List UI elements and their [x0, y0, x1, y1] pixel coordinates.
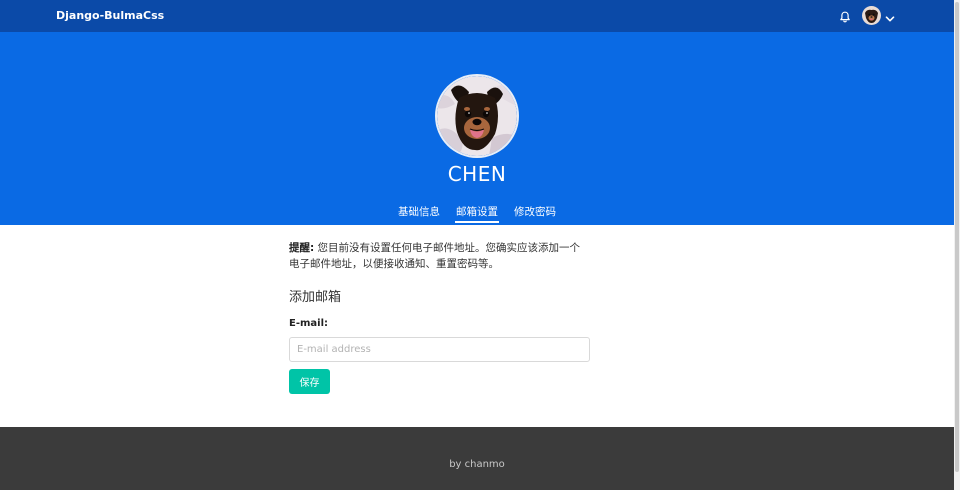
email-field[interactable] [289, 337, 590, 362]
footer: by chanmo [0, 427, 954, 490]
profile-name: CHEN [447, 162, 507, 186]
scrollbar-thumb[interactable] [955, 2, 959, 472]
chevron-down-icon[interactable] [884, 10, 896, 22]
tab-change-password[interactable]: 修改密码 [513, 204, 557, 223]
footer-credit: by chanmo [449, 459, 505, 470]
notice-title: 提醒: [289, 242, 315, 254]
tab-email-settings[interactable]: 邮箱设置 [455, 204, 499, 223]
bell-icon[interactable] [838, 9, 852, 23]
notice-message: 提醒: 您目前没有设置任何电子邮件地址。您确实应该添加一个电子邮件地址，以便接收… [289, 240, 590, 272]
profile-tabs: 基础信息 邮箱设置 修改密码 [0, 204, 954, 225]
user-avatar[interactable] [862, 6, 881, 25]
brand-link[interactable]: Django-BulmaCss [56, 0, 164, 32]
email-settings-panel: 提醒: 您目前没有设置任何电子邮件地址。您确实应该添加一个电子邮件地址，以便接收… [289, 240, 590, 394]
navbar: Django-BulmaCss [0, 0, 954, 32]
save-button[interactable]: 保存 [289, 369, 330, 394]
tab-basic-info[interactable]: 基础信息 [397, 204, 441, 223]
section-title: 添加邮箱 [289, 290, 342, 305]
page: Django-BulmaCss CHEN 基础信息 邮箱设置 修改密码 提醒: … [0, 0, 954, 490]
email-label: E-mail: [289, 318, 329, 329]
profile-avatar [437, 76, 517, 156]
notice-text: 您目前没有设置任何电子邮件地址。您确实应该添加一个电子邮件地址，以便接收通知、重… [289, 242, 581, 270]
